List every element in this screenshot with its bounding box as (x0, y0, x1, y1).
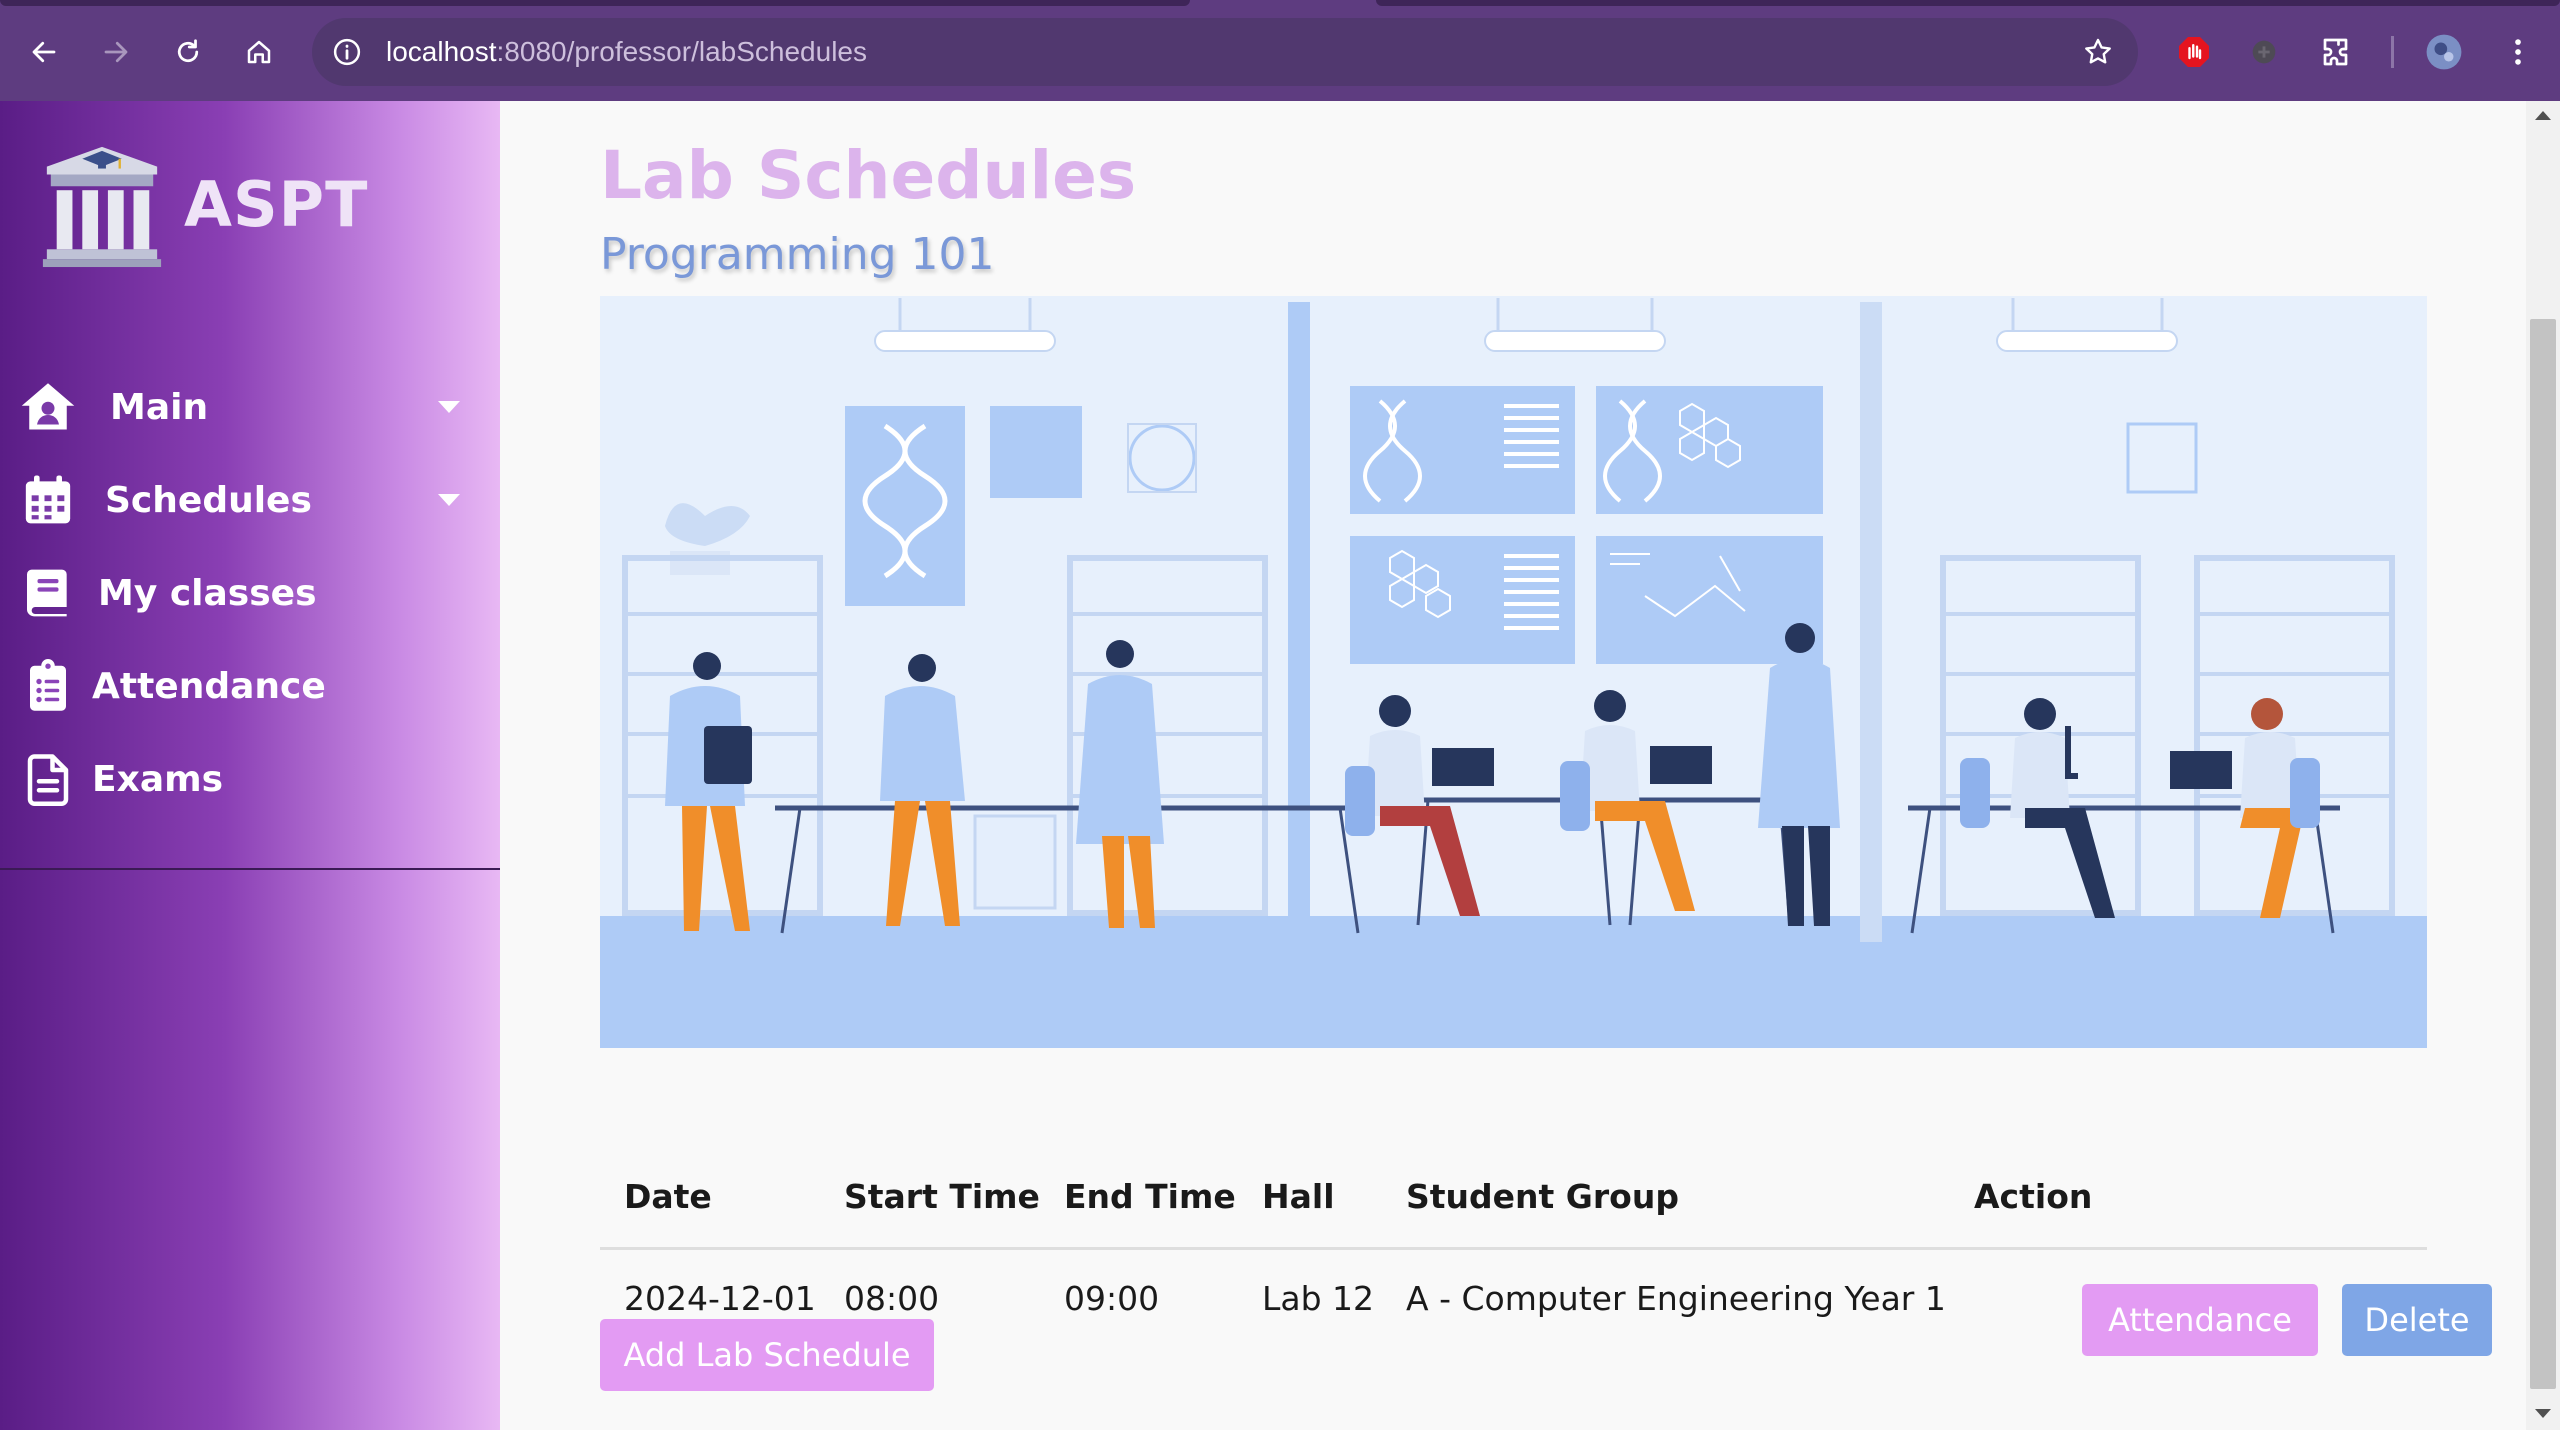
forward-button[interactable] (92, 28, 140, 76)
scroll-down-arrow-icon[interactable] (2535, 1409, 2551, 1418)
book-icon (18, 563, 78, 623)
column-header-end-time: End Time (1064, 1177, 1236, 1216)
extensions-icon[interactable] (2317, 32, 2357, 72)
arrow-left-icon (32, 41, 56, 63)
extension-stop-icon[interactable] (2174, 32, 2214, 72)
table-header-divider (600, 1247, 2427, 1250)
sidebar-item-label: Main (110, 386, 209, 428)
home-icon (18, 377, 78, 437)
profile-avatar-icon[interactable] (2424, 32, 2464, 72)
cell-student-group: A - Computer Engineering Year 1 (1406, 1279, 1946, 1318)
browser-toolbar: localhost:8080/professor/labSchedules (0, 0, 2560, 101)
column-header-start-time: Start Time (844, 1177, 1040, 1216)
chevron-down-icon (438, 494, 460, 506)
cell-date: 2024-12-01 (624, 1279, 816, 1318)
extension-puzzle-icon-gray[interactable] (2244, 32, 2284, 72)
tab-strip (1376, 0, 2560, 6)
table-header: Date Start Time End Time Hall Student Gr… (600, 1051, 2427, 1250)
sidebar-item-label: Schedules (105, 479, 312, 521)
brand-name: ASPT (184, 167, 369, 241)
back-button[interactable] (20, 28, 68, 76)
class-subtitle: Programming 101 (600, 229, 995, 280)
brand[interactable]: ASPT (38, 139, 368, 269)
toolbar-separator (2391, 36, 2394, 68)
scrollbar-thumb[interactable] (2530, 319, 2556, 1389)
column-header-hall: Hall (1262, 1177, 1335, 1216)
bookmark-star-icon[interactable] (2082, 36, 2114, 68)
sidebar-item-attendance[interactable]: Attendance (0, 646, 500, 726)
cell-start-time: 08:00 (844, 1279, 940, 1318)
page-title: Lab Schedules (600, 137, 1137, 214)
sidebar-item-label: Exams (92, 758, 224, 800)
university-building-logo-icon (42, 146, 162, 268)
tab-strip (0, 0, 1190, 6)
column-header-action: Action (1974, 1177, 2093, 1216)
home-outline-icon (247, 40, 271, 64)
clipboard-list-icon (18, 656, 78, 716)
document-icon (18, 749, 78, 809)
page-scrollbar[interactable] (2526, 101, 2560, 1430)
column-header-student-group: Student Group (1406, 1177, 1679, 1216)
sidebar-item-schedules[interactable]: Schedules (0, 460, 500, 540)
site-info-icon[interactable] (332, 37, 362, 67)
url-text[interactable]: localhost:8080/professor/labSchedules (386, 36, 867, 68)
browser-menu-icon[interactable] (2498, 32, 2538, 72)
sidebar: ASPT Main Schedules My classes Attendanc… (0, 101, 500, 1430)
sidebar-item-my-classes[interactable]: My classes (0, 553, 500, 633)
home-button[interactable] (235, 28, 283, 76)
column-header-date: Date (624, 1177, 712, 1216)
sidebar-item-exams[interactable]: Exams (0, 739, 500, 819)
sidebar-divider (0, 868, 500, 870)
attendance-button[interactable]: Attendance (2082, 1284, 2318, 1356)
sidebar-item-label: Attendance (92, 665, 326, 707)
address-bar[interactable]: localhost:8080/professor/labSchedules (312, 18, 2138, 86)
delete-button[interactable]: Delete (2342, 1284, 2492, 1356)
add-lab-schedule-button[interactable]: Add Lab Schedule (600, 1319, 934, 1391)
arrow-right-icon (104, 41, 128, 63)
reload-icon (177, 39, 199, 63)
sidebar-item-main[interactable]: Main (0, 367, 500, 447)
url-path: :8080/professor/labSchedules (496, 36, 867, 67)
chevron-down-icon (438, 401, 460, 413)
laboratory-illustration (600, 296, 2427, 1048)
cell-hall: Lab 12 (1262, 1279, 1375, 1318)
cell-end-time: 09:00 (1064, 1279, 1160, 1318)
main-content: Lab Schedules Programming 101 Date Start… (500, 101, 2526, 1430)
scroll-up-arrow-icon[interactable] (2535, 111, 2551, 120)
reload-button[interactable] (164, 28, 212, 76)
url-host: localhost (386, 36, 497, 67)
calendar-icon (18, 470, 78, 530)
sidebar-item-label: My classes (98, 572, 317, 614)
